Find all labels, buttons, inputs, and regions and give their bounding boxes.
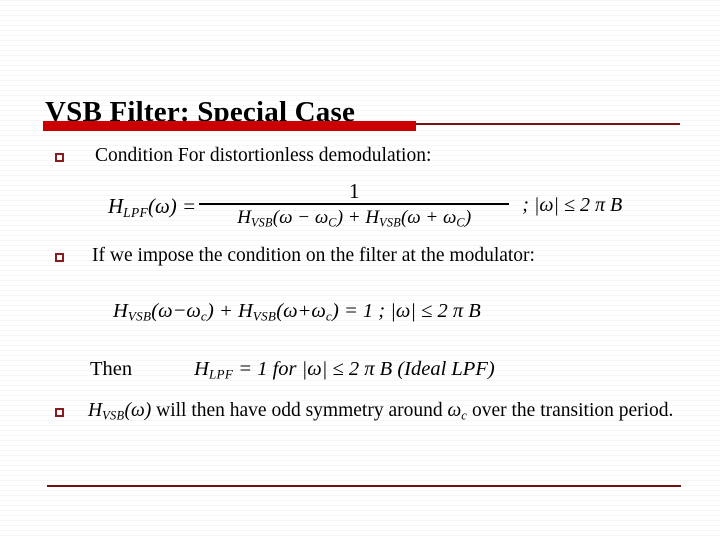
denominator-mid: ) + xyxy=(336,206,366,228)
denominator-arg1-sub: C xyxy=(328,214,337,229)
fraction-bar xyxy=(199,203,510,205)
bullet3-arg: (ω) xyxy=(124,400,152,421)
equation-condition: ; |ω| ≤ 2 π B xyxy=(522,194,623,217)
denominator-arg1: (ω − ω xyxy=(272,206,329,228)
equation-lhs: HLPF(ω) = xyxy=(108,194,196,221)
denominator-arg2: (ω + ω xyxy=(400,206,457,228)
equation-lhs-H: H xyxy=(108,193,124,218)
then-statement: Then HLPF = 1 for |ω| ≤ 2 π B (Ideal LPF) xyxy=(90,358,495,383)
eq2-sub2: VSB xyxy=(252,308,277,324)
bullet-item-1-label: Condition For distortionless demodulatio… xyxy=(95,145,432,166)
bullet-item-2: If we impose the condition on the filter… xyxy=(55,245,535,266)
title-accent-bar xyxy=(43,121,416,131)
then-H: H xyxy=(194,358,209,380)
eq2-sub1: VSB xyxy=(127,308,152,324)
eq2-rhs: = 1 ; |ω| ≤ 2 π B xyxy=(338,300,481,322)
bullet3-omega: ω xyxy=(447,400,462,421)
bullet-item-2-label: If we impose the condition on the filter… xyxy=(92,245,535,266)
equation-numerator: 1 xyxy=(348,179,360,203)
denominator-sub1: VSB xyxy=(250,214,273,229)
eq2-arg1-open: (ω−ω xyxy=(151,300,201,322)
eq2-arg2-open: (ω+ω xyxy=(276,300,326,322)
scanline-texture xyxy=(0,0,720,540)
bullet-item-3: HVSB(ω) will then have odd symmetry arou… xyxy=(55,400,673,422)
eq2-arg2-close: ) xyxy=(331,300,339,322)
bullet3-line1-tail: over the xyxy=(467,400,536,421)
denominator-H1: H xyxy=(237,206,251,228)
denominator-H2: H xyxy=(365,206,380,228)
then-equation: HLPF = 1 for |ω| ≤ 2 π B (Ideal LPF) xyxy=(194,358,495,382)
denominator-close: ) xyxy=(464,206,472,228)
bullet-square-icon xyxy=(55,153,64,162)
then-label: Then xyxy=(90,358,133,380)
equation-fraction: 1 HVSB(ω − ωC) + HVSB(ω + ωC) xyxy=(199,179,510,233)
bullet3-subscript: VSB xyxy=(102,408,125,423)
bullet-item-1: Condition For distortionless demodulatio… xyxy=(55,145,431,166)
footer-accent-rule xyxy=(47,485,681,487)
bullet3-H: H xyxy=(88,400,103,421)
eq2-plus: + xyxy=(213,300,238,322)
denominator-arg2-sub: C xyxy=(456,214,465,229)
equation-lhs-arg: (ω) = xyxy=(147,193,197,218)
bullet-square-icon xyxy=(55,408,64,417)
equation-vsb-condition: HVSB(ω−ωc) + HVSB(ω+ωc) = 1 ; |ω| ≤ 2 π … xyxy=(113,300,481,325)
denominator-sub2: VSB xyxy=(379,214,401,229)
equation-lpf-fraction: HLPF(ω) = 1 HVSB(ω − ωC) + HVSB(ω + ωC) … xyxy=(108,181,622,233)
eq2-H2: H xyxy=(237,300,253,322)
equation-lhs-subscript: LPF xyxy=(123,204,148,220)
bullet-square-icon xyxy=(55,253,64,262)
title-accent-rule xyxy=(416,123,680,125)
eq2-arg1-close: ) xyxy=(207,300,214,322)
bullet3-line1-rest: will then have odd symmetry around xyxy=(151,400,448,421)
bullet-item-3-label: HVSB(ω) will then have odd symmetry arou… xyxy=(88,398,688,428)
slide-canvas: VSB Filter: Special Case Condition For d… xyxy=(0,0,720,540)
bullet3-line2: transition period. xyxy=(540,400,674,421)
then-subscript: LPF xyxy=(208,366,234,382)
then-rest: = 1 for |ω| ≤ 2 π B (Ideal LPF) xyxy=(233,358,495,380)
equation-denominator: HVSB(ω − ωC) + HVSB(ω + ωC) xyxy=(237,206,471,233)
eq2-H1: H xyxy=(113,300,128,322)
